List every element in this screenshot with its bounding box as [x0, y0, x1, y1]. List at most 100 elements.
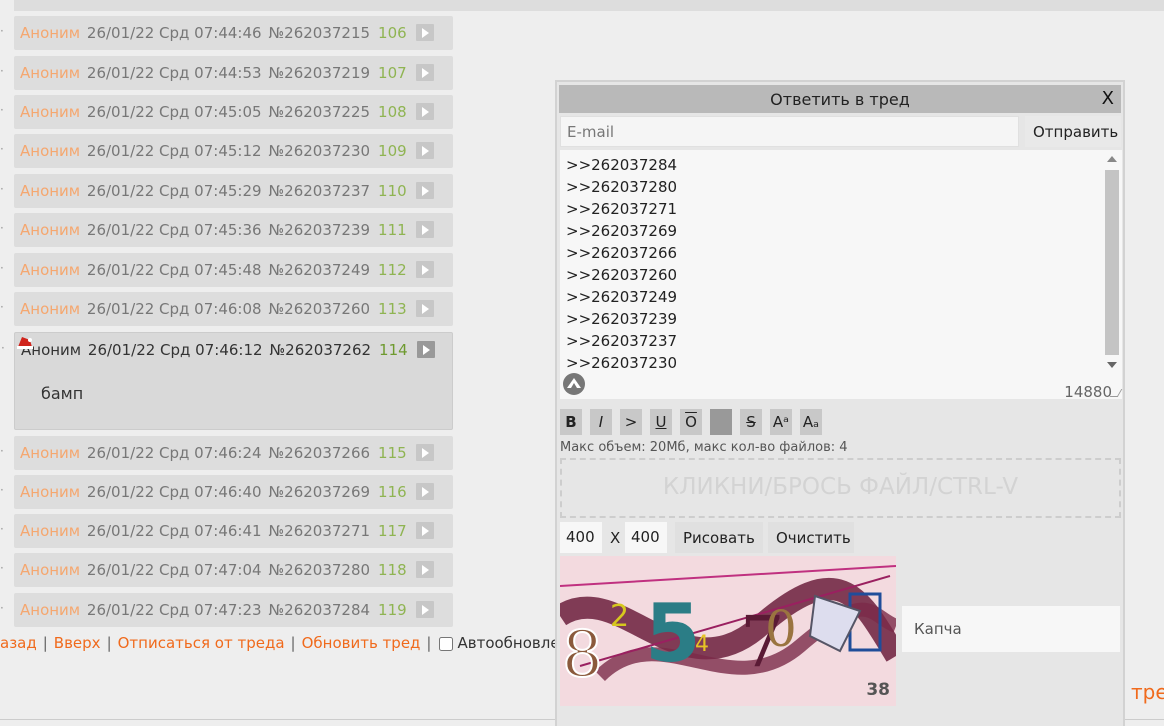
- back-link[interactable]: азад: [0, 634, 37, 652]
- post-author: Аноним: [20, 561, 81, 579]
- textarea-scrollbar[interactable]: [1104, 154, 1120, 374]
- post-date: 26/01/22 Срд 07:45:05: [86, 103, 262, 121]
- post-marker: ·: [0, 444, 4, 458]
- post-author: Аноним: [20, 261, 81, 279]
- reply-line: >>262037239: [566, 310, 678, 328]
- expand-icon[interactable]: [416, 261, 434, 278]
- overline-button[interactable]: O: [680, 409, 702, 435]
- reply-line: >>262037237: [566, 332, 678, 350]
- quote-button[interactable]: >: [620, 409, 642, 435]
- post-counter: 109: [378, 142, 407, 160]
- post-author: Аноним: [20, 24, 81, 42]
- reply-line: >>262037230: [566, 354, 678, 372]
- thread-link[interactable]: тре: [1131, 680, 1164, 704]
- expand-icon[interactable]: [416, 182, 434, 199]
- post-counter: 106: [378, 24, 407, 42]
- post-marker: ·: [0, 522, 4, 536]
- post-marker: ·: [0, 103, 4, 117]
- post-header: Аноним 26/01/22 Срд 07:47:04 №262037280 11…: [20, 561, 407, 579]
- scroll-down-icon[interactable]: [1107, 362, 1117, 368]
- draw-button[interactable]: Рисовать: [675, 522, 763, 553]
- sub-button[interactable]: Aₐ: [800, 409, 822, 435]
- svg-text:2: 2: [610, 599, 629, 634]
- draw-width-input[interactable]: 400: [560, 522, 602, 553]
- reply-line: >>262037266: [566, 244, 678, 262]
- expand-icon[interactable]: [416, 483, 434, 500]
- clear-button[interactable]: Очистить: [768, 522, 854, 553]
- post-number[interactable]: №262037219: [269, 64, 371, 82]
- expand-icon[interactable]: [416, 561, 434, 578]
- post: · Аноним 26/01/22 Срд 07:44:46 №262037215 1…: [0, 16, 453, 50]
- strike-button[interactable]: S: [740, 409, 762, 435]
- expand-icon[interactable]: [416, 103, 434, 120]
- sup-button[interactable]: Aᵃ: [770, 409, 792, 435]
- post: · Аноним 26/01/22 Срд 07:45:05 №262037225 1…: [0, 95, 453, 129]
- post-number[interactable]: №262037260: [269, 300, 371, 318]
- thread-nav: азад | Вверх | Отписаться от треда | Обновить …: [0, 634, 560, 652]
- post-header: Аноним 26/01/22 Срд 07:44:53 №262037219 10…: [20, 64, 407, 82]
- post-number[interactable]: №262037215: [269, 24, 371, 42]
- file-dropzone[interactable]: КЛИКНИ/БРОСЬ ФАЙЛ/CTRL-V: [560, 458, 1121, 518]
- captcha-input[interactable]: Капча: [902, 606, 1120, 652]
- captcha-image[interactable]: 8 2 5 4 7 0 38: [560, 556, 896, 706]
- expand-icon[interactable]: [416, 444, 434, 461]
- underline-button[interactable]: U: [650, 409, 672, 435]
- scroll-up-icon[interactable]: [1107, 156, 1117, 162]
- expand-icon[interactable]: [416, 64, 434, 81]
- close-button[interactable]: X: [1102, 88, 1114, 109]
- svg-text:0: 0: [765, 600, 797, 658]
- post-number[interactable]: №262037266: [269, 444, 371, 462]
- expand-icon[interactable]: [416, 522, 434, 539]
- post-date: 26/01/22 Срд 07:45:48: [86, 261, 262, 279]
- expand-icon[interactable]: [416, 24, 434, 41]
- post-number[interactable]: №262037230: [269, 142, 371, 160]
- reply-line: >>262037269: [566, 222, 678, 240]
- post-number[interactable]: №262037284: [269, 601, 371, 619]
- post-header: Аноним 26/01/22 Срд 07:45:29 №262037237 11…: [20, 182, 407, 200]
- post-header: Аноним 26/01/22 Срд 07:45:36 №262037239 11…: [20, 221, 407, 239]
- post-author: Аноним: [20, 142, 81, 160]
- post-number[interactable]: №262037237: [269, 182, 371, 200]
- captcha-counter: 38: [866, 680, 890, 700]
- message-textarea[interactable]: >>262037284 >>262037280 >>262037271 >>26203…: [560, 150, 1123, 401]
- char-counter: 14880: [1064, 383, 1112, 401]
- post-counter: 111: [378, 221, 407, 239]
- post-counter: 117: [378, 522, 407, 540]
- scroll-thumb[interactable]: [1105, 170, 1119, 355]
- post: · Аноним 26/01/22 Срд 07:46:41 №262037271 1…: [0, 514, 453, 548]
- post-number[interactable]: №262037269: [269, 483, 371, 501]
- message-text: >>262037284 >>262037280 >>262037271 >>26203…: [566, 154, 677, 374]
- bold-button[interactable]: B: [560, 409, 582, 435]
- unsubscribe-link[interactable]: Отписаться от треда: [118, 634, 285, 652]
- expand-icon[interactable]: [416, 221, 434, 238]
- draw-height-input[interactable]: 400: [625, 522, 667, 553]
- post: · Аноним 26/01/22 Срд 07:45:29 №262037237 1…: [0, 174, 453, 208]
- expand-icon[interactable]: [417, 341, 435, 358]
- post: · Аноним 26/01/22 Срд 07:45:12 №262037230 1…: [0, 134, 453, 168]
- up-link[interactable]: Вверх: [54, 634, 101, 652]
- spoiler-button[interactable]: [710, 409, 732, 435]
- send-button[interactable]: Отправить: [1025, 116, 1121, 147]
- expand-icon[interactable]: [416, 601, 434, 618]
- post-date: 26/01/22 Срд 07:46:24: [86, 444, 262, 462]
- expand-icon[interactable]: [416, 142, 434, 159]
- post-number[interactable]: №262037262: [270, 341, 372, 359]
- post-number[interactable]: №262037239: [269, 221, 371, 239]
- autoupdate-checkbox[interactable]: [439, 636, 454, 651]
- post-date: 26/01/22 Срд 07:45:36: [86, 221, 262, 239]
- post-number[interactable]: №262037280: [269, 561, 371, 579]
- email-field[interactable]: E-mail: [560, 116, 1019, 147]
- post-date: 26/01/22 Срд 07:46:12: [87, 341, 263, 359]
- refresh-link[interactable]: Обновить тред: [302, 634, 421, 652]
- italic-button[interactable]: I: [590, 409, 612, 435]
- post-header: Аноним 26/01/22 Срд 07:46:08 №262037260 11…: [20, 300, 407, 318]
- post-number[interactable]: №262037271: [269, 522, 371, 540]
- post-number[interactable]: №262037225: [269, 103, 371, 121]
- post-number[interactable]: №262037249: [269, 261, 371, 279]
- reply-form-titlebar[interactable]: Ответить в тред X: [559, 85, 1121, 113]
- post-date: 26/01/22 Срд 07:46:40: [86, 483, 262, 501]
- separator: |: [426, 634, 432, 652]
- post-marker: ·: [0, 221, 4, 235]
- expand-icon[interactable]: [416, 300, 434, 317]
- emoji-icon[interactable]: [562, 372, 586, 396]
